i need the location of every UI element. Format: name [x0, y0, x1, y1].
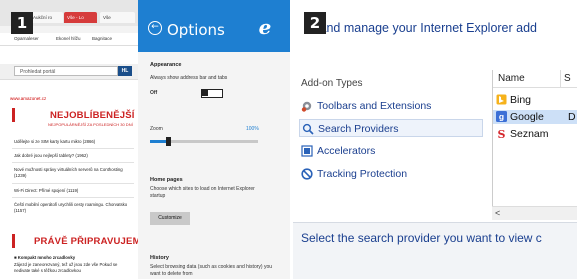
zoom-slider-thumb[interactable] — [166, 137, 172, 146]
addon-type-label: Accelerators — [317, 145, 376, 157]
horizontal-scrollbar[interactable]: < — [492, 206, 577, 220]
provider-name: Seznam — [510, 128, 549, 140]
zoom-label: Zoom — [150, 126, 163, 132]
site-search-button[interactable]: HL — [118, 66, 132, 76]
section-accent — [12, 234, 15, 248]
no-entry-icon — [301, 168, 313, 180]
options-header: ← Options e — [138, 0, 290, 52]
section-title-popular: NEJOBLÍBENĚJŠÍ — [50, 110, 135, 121]
bookmarks-bar: Oparnaleser Ekonel hlížu Bagnitace — [0, 33, 138, 46]
provider-row-bing[interactable]: Bing — [493, 93, 577, 107]
column-header-status[interactable]: S — [561, 70, 577, 88]
article-link[interactable]: Wi-Fi Direct: Přímé spojení (1119) — [14, 188, 134, 194]
divider — [12, 148, 134, 149]
screenshot-panel-1: Aukční ro Vše - Lo Vše Oparnaleser Ekone… — [0, 0, 290, 279]
toggle-knob — [202, 90, 208, 96]
addon-types-heading: Add-on Types — [301, 78, 363, 89]
seznam-icon: S — [498, 128, 506, 139]
accelerator-icon — [301, 145, 313, 157]
step-badge: 1 — [11, 12, 33, 34]
browser-tab-active[interactable]: Vše - Lo — [64, 12, 97, 23]
search-providers-list: Name S Bing g Google D S Seznam — [492, 70, 577, 220]
provider-row-seznam[interactable]: S Seznam — [493, 127, 577, 141]
internet-explorer-logo-icon: e — [258, 15, 272, 39]
address-bar-toggle[interactable] — [201, 89, 223, 98]
addon-type-label: Search Providers — [318, 123, 399, 135]
options-flyout: ← Options e Appearance Always show addre… — [138, 0, 290, 279]
provider-status: D — [568, 111, 576, 123]
divider — [12, 183, 134, 184]
article-link[interactable]: Nové možnosti správy virtuálních serverů… — [14, 167, 134, 179]
toggle-state-label: Off — [150, 90, 158, 96]
back-arrow-icon[interactable]: ← — [148, 21, 162, 35]
browser-tab[interactable]: Aukční ro — [30, 12, 63, 23]
divider — [12, 162, 134, 163]
manage-addons-title: w and manage your Internet Explorer add — [307, 21, 537, 35]
home-pages-description: Choose which sites to load on Internet E… — [150, 186, 255, 199]
addon-type-label: Toolbars and Extensions — [317, 100, 432, 112]
article-link[interactable]: Udělejte si ze SIM karty kartu mikro (28… — [14, 139, 134, 145]
article-link[interactable]: Čeští mobilní operátoři urychlili cesty … — [14, 202, 134, 214]
gear-icon — [301, 101, 312, 112]
article-link[interactable]: Jak dobré jsou nejlepší tablety? (1962) — [14, 153, 134, 159]
browser-tab[interactable]: Vše — [100, 12, 135, 23]
addon-type-label: Tracking Protection — [317, 168, 408, 180]
scroll-left-arrow-icon[interactable]: < — [495, 207, 500, 220]
divider — [12, 197, 134, 198]
screenshot-panel-2: w and manage your Internet Explorer add … — [293, 0, 577, 279]
provider-name: Bing — [510, 94, 532, 106]
provider-name: Google — [510, 111, 544, 123]
bookmark-item[interactable]: Bagnitace — [92, 33, 112, 45]
google-icon: g — [496, 111, 507, 122]
bookmark-item[interactable]: Oparnaleser — [14, 33, 39, 45]
appearance-description: Always show address bar and tabs — [150, 75, 228, 81]
addon-type-search-providers[interactable]: Search Providers — [299, 119, 483, 137]
article-link[interactable]: ■ Kompakt mnoho zrcadlovky — [14, 255, 134, 261]
options-title: Options — [167, 21, 225, 39]
addon-type-tracking-protection[interactable]: Tracking Protection — [299, 165, 483, 183]
column-header-name[interactable]: Name — [493, 70, 561, 88]
svg-text:S: S — [498, 128, 506, 139]
section-subtitle: NEJPOPULÁRNĚJŠÍ ZA POSLEDNÍCH 30 DNÍ — [48, 122, 133, 127]
history-heading: History — [150, 255, 169, 261]
article-teaser[interactable]: Zájezd je zaneorezvaný, tež už jsou zde … — [14, 262, 134, 274]
section-accent — [12, 108, 15, 122]
zoom-value: 100% — [246, 126, 259, 132]
section-title-upcoming: PRÁVĚ PŘIPRAVUJEME — [34, 236, 148, 247]
step-badge: 2 — [304, 12, 326, 34]
customize-button[interactable]: Customize — [150, 212, 190, 225]
history-description: Select browsing data (such as cookies an… — [150, 264, 273, 277]
details-description: Select the search provider you want to v… — [301, 231, 542, 245]
magnifier-icon — [302, 123, 314, 135]
addon-type-accelerators[interactable]: Accelerators — [299, 142, 483, 160]
provider-row-google[interactable]: g Google D — [493, 110, 577, 124]
svg-text:g: g — [499, 112, 504, 122]
site-url[interactable]: www.amazonet.cz — [10, 96, 46, 101]
home-pages-heading: Home pages — [150, 177, 183, 183]
appearance-heading: Appearance — [150, 62, 182, 68]
bing-icon — [496, 94, 507, 105]
addon-type-toolbars-extensions[interactable]: Toolbars and Extensions — [299, 97, 483, 115]
site-search-input[interactable]: Prohledat portál — [14, 66, 118, 76]
zoom-slider[interactable] — [150, 137, 258, 146]
bookmark-item[interactable]: Ekonel hlížu — [56, 33, 81, 45]
